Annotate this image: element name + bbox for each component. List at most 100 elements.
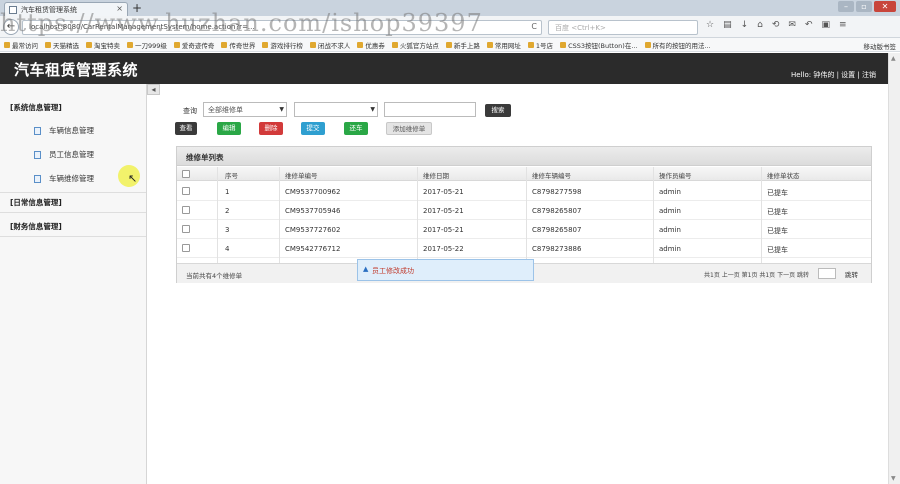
sidebar-collapse-button[interactable]: ◂ — [147, 84, 160, 95]
row-checkbox[interactable] — [182, 206, 190, 214]
address-bar[interactable]: localhost:8080/CarRentalManagementSystem… — [22, 20, 542, 35]
settings-link[interactable]: 设置 — [841, 71, 855, 79]
add-repair-button[interactable]: 添加维修单 — [386, 122, 432, 135]
app-title: 汽车租赁管理系统 — [14, 61, 139, 79]
delete-button[interactable]: 删除 — [259, 122, 283, 135]
pagination[interactable]: 共1页 上一页 第1页 共1页 下一页 跳转 — [704, 270, 809, 279]
sidebar-divider — [0, 236, 146, 237]
cell-op: admin — [659, 207, 681, 215]
edit-button[interactable]: 编辑 — [217, 122, 241, 135]
url-text: localhost:8080/CarRentalManagementSystem… — [29, 23, 255, 31]
bookmark-item[interactable]: 淘宝特卖 — [86, 40, 120, 50]
app-header: 汽车租赁管理系统 Hello: 钟伟的 | 设置 | 注销 — [0, 53, 888, 84]
window-close-icon[interactable]: ✕ — [874, 1, 896, 12]
sidebar-item-repair[interactable]: 车辆维修管理 — [34, 173, 94, 184]
warning-icon: ▲ — [363, 265, 369, 273]
sidebar-divider — [0, 212, 146, 213]
bookmarks-bar: 最常访问 天猫精选 淘宝特卖 一刀999级 爱奇迹传奇 传奇世界 游戏排行榜 闭战不求人 优惠券… — [0, 38, 900, 52]
sync-icon[interactable]: ⟲ — [772, 20, 780, 30]
maximize-icon[interactable]: ▫ — [856, 1, 872, 12]
cell-id: CM9537727602 — [285, 226, 341, 234]
page-number-input[interactable] — [818, 268, 836, 279]
new-tab-icon[interactable]: + — [132, 0, 142, 16]
search-button[interactable]: 搜索 — [485, 104, 511, 117]
cell-status: 已提车 — [767, 208, 788, 216]
row-checkbox[interactable] — [182, 187, 190, 195]
search-input[interactable] — [384, 102, 476, 117]
select-value: 全部维修单 — [208, 106, 243, 114]
reading-list-icon[interactable]: ▤ — [723, 20, 732, 30]
sidebar-group-finance[interactable]: [财务信息管理] — [10, 221, 62, 232]
bookmark-item[interactable]: 传奇世界 — [221, 40, 255, 50]
bookmark-label: 1号店 — [535, 41, 554, 50]
bookmark-label: 天猫精选 — [53, 41, 79, 50]
bookmark-icon — [644, 41, 651, 48]
view-button[interactable]: 查看 — [175, 122, 197, 135]
cell-op: admin — [659, 245, 681, 253]
field-select[interactable]: ▼ — [294, 102, 378, 117]
bookmark-label: 闭战不求人 — [317, 41, 351, 50]
submit-button[interactable]: 提交 — [301, 122, 325, 135]
bookmark-item[interactable]: 1号店 — [527, 40, 554, 50]
sidebar-group-daily[interactable]: [日常信息管理] — [10, 197, 62, 208]
repair-filter-select[interactable]: 全部维修单 ▼ — [203, 102, 287, 117]
table-row[interactable]: 2 CM9537705946 2017-05-21 C8798265807 admin 已… — [177, 201, 871, 220]
bookmark-item[interactable]: 新手上路 — [445, 40, 480, 50]
chat-icon[interactable]: ✉ — [788, 20, 796, 30]
bookmark-item[interactable]: 常用网址 — [486, 40, 521, 50]
select-all-checkbox[interactable] — [182, 170, 190, 178]
page-scrollbar[interactable]: ▲ ▼ — [888, 53, 900, 484]
bookmark-label: 淘宝特卖 — [94, 41, 120, 50]
home-icon[interactable]: ⌂ — [757, 20, 763, 30]
header-user-links: Hello: 钟伟的 | 设置 | 注销 — [791, 70, 876, 80]
bookmark-icon — [445, 41, 452, 48]
bookmark-item[interactable]: 最常访问 — [4, 40, 38, 50]
cell-no: 2 — [225, 207, 230, 215]
back-arrow-icon[interactable]: ← — [3, 19, 19, 35]
bookmark-label: 游戏排行榜 — [270, 41, 303, 50]
window-controls: – ▫ ✕ — [838, 1, 896, 12]
scroll-up-icon[interactable]: ▲ — [891, 55, 896, 62]
sidebar-item-vehicle[interactable]: 车辆信息管理 — [34, 125, 94, 136]
bookmark-item[interactable]: 游戏排行榜 — [262, 40, 303, 50]
bookmark-item[interactable]: 一刀999级 — [127, 40, 167, 50]
browser-tab[interactable]: 汽车租赁管理系统 × — [4, 2, 128, 16]
bookmark-item[interactable]: 所有的按钮的用法... — [644, 40, 711, 50]
table-row[interactable]: 3 CM9537727602 2017-05-21 C8798265807 admin 已… — [177, 220, 871, 239]
bookmark-icon — [127, 41, 133, 48]
cell-no: 1 — [225, 188, 230, 196]
scroll-down-icon[interactable]: ▼ — [891, 475, 896, 482]
table-row[interactable]: 4 CM9542776712 2017-05-22 C8798273886 admin 已… — [177, 239, 871, 258]
tab-close-icon[interactable]: × — [116, 4, 123, 13]
return-car-button[interactable]: 还车 — [344, 122, 368, 135]
bookmark-item[interactable]: 天猫精选 — [45, 40, 79, 50]
column-divider — [217, 167, 218, 263]
logout-link[interactable]: 注销 — [862, 71, 876, 79]
username: 钟伟的 — [813, 71, 835, 79]
browser-search-input[interactable]: 百度 <Ctrl+K> — [548, 20, 698, 35]
bookmark-item[interactable]: CSS3按钮(Button)在... — [560, 40, 638, 50]
jump-button[interactable]: 跳转 — [845, 269, 858, 279]
reload-icon[interactable]: C — [531, 22, 537, 31]
addon-icon[interactable]: ▣ — [822, 20, 831, 30]
cell-status: 已提车 — [767, 246, 788, 254]
undo-icon[interactable]: ↶ — [805, 20, 813, 30]
row-checkbox[interactable] — [182, 225, 190, 233]
sidebar-group-system[interactable]: [系统信息管理] — [10, 102, 62, 113]
bookmark-label: 一刀999级 — [135, 41, 167, 50]
cell-date: 2017-05-21 — [423, 226, 464, 234]
bookmark-icon — [173, 41, 180, 48]
row-checkbox[interactable] — [182, 244, 190, 252]
sidebar-item-label: 员工信息管理 — [49, 150, 94, 159]
bookmark-item[interactable]: 闭战不求人 — [309, 40, 351, 50]
menu-icon[interactable]: ≡ — [839, 20, 847, 30]
sidebar-item-employee[interactable]: 员工信息管理 — [34, 149, 94, 160]
bookmark-item[interactable]: 优惠券 — [357, 40, 385, 50]
bookmark-item[interactable]: 火狐官方站点 — [391, 40, 439, 50]
download-icon[interactable]: ↓ — [741, 20, 749, 30]
mobile-bookmarks-link[interactable]: 移动版书签 — [864, 41, 897, 51]
minimize-icon[interactable]: – — [838, 1, 854, 12]
bookmark-item[interactable]: 爱奇迹传奇 — [173, 40, 214, 50]
table-row[interactable]: 1 CM9537700962 2017-05-21 C8798277598 admin 已… — [177, 182, 871, 201]
star-icon[interactable]: ☆ — [706, 20, 714, 30]
